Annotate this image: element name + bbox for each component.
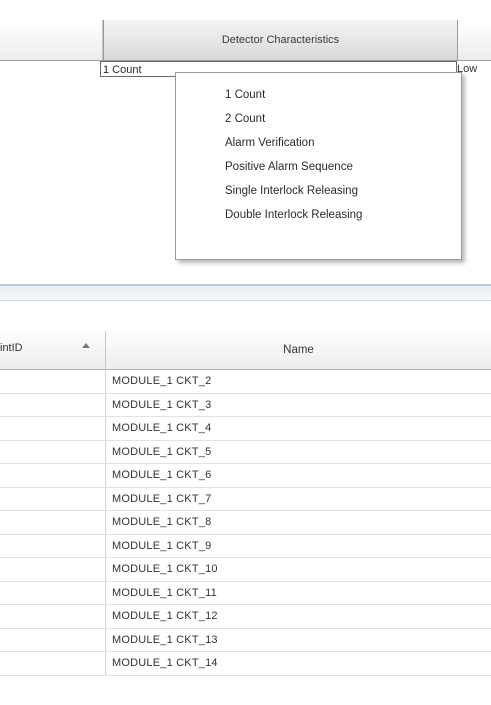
table-row[interactable]: MODULE_1 CKT_14	[0, 652, 491, 676]
dropdown-option[interactable]: Positive Alarm Sequence	[176, 155, 461, 179]
point-id-cell[interactable]	[0, 393, 106, 416]
name-cell[interactable]: MODULE_1 CKT_10	[112, 558, 218, 581]
table-row[interactable]: MODULE_1 CKT_4	[0, 417, 491, 441]
point-id-cell[interactable]	[0, 464, 106, 487]
table-row[interactable]: MODULE_1 CKT_12	[0, 605, 491, 629]
point-id-cell[interactable]	[0, 628, 106, 651]
table-row[interactable]: MODULE_1 CKT_5	[0, 440, 491, 464]
dropdown-option[interactable]: 2 Count	[176, 107, 461, 131]
sort-ascending-icon	[82, 343, 90, 348]
bottom-grid-rows: MODULE_1 CKT_2 MODULE_1 CKT_3 MODULE_1 CKT…	[0, 370, 491, 676]
name-cell[interactable]: MODULE_1 CKT_4	[112, 417, 211, 440]
top-grid-header-next-column[interactable]	[457, 20, 491, 60]
point-id-cell[interactable]	[0, 440, 106, 463]
name-column-header[interactable]: Name	[106, 331, 491, 369]
name-cell[interactable]: MODULE_1 CKT_13	[112, 629, 218, 652]
point-id-cell[interactable]	[0, 417, 106, 440]
point-id-column-header[interactable]: intID	[0, 331, 106, 369]
dropdown-option[interactable]: Alarm Verification	[176, 131, 461, 155]
detector-characteristics-column-header[interactable]: Detector Characteristics	[103, 20, 458, 60]
table-row[interactable]: MODULE_1 CKT_3	[0, 393, 491, 417]
dropdown-option[interactable]: 1 Count	[176, 83, 461, 107]
name-cell[interactable]: MODULE_1 CKT_3	[112, 394, 211, 417]
point-id-cell[interactable]	[0, 558, 106, 581]
point-id-cell[interactable]	[0, 534, 106, 557]
point-id-cell[interactable]	[0, 511, 106, 534]
name-cell[interactable]: MODULE_1 CKT_7	[112, 488, 211, 511]
point-id-cell[interactable]	[0, 652, 106, 675]
table-row[interactable]: MODULE_1 CKT_2	[0, 370, 491, 394]
table-row[interactable]: MODULE_1 CKT_6	[0, 464, 491, 488]
name-cell[interactable]: MODULE_1 CKT_9	[112, 535, 211, 558]
dropdown-option[interactable]: Single Interlock Releasing	[176, 179, 461, 203]
table-row[interactable]: MODULE_1 CKT_11	[0, 581, 491, 605]
app-window: Detector Characteristics 1 Count Low int…	[0, 0, 491, 705]
top-edge	[0, 0, 491, 21]
table-row[interactable]: MODULE_1 CKT_13	[0, 628, 491, 652]
point-id-cell[interactable]	[0, 605, 106, 628]
top-grid-header-blank-column[interactable]	[0, 20, 103, 60]
name-cell[interactable]: MODULE_1 CKT_6	[112, 464, 211, 487]
name-cell[interactable]: MODULE_1 CKT_5	[112, 441, 211, 464]
bottom-grid-header: intID Name	[0, 331, 491, 370]
table-row[interactable]: MODULE_1 CKT_10	[0, 558, 491, 582]
point-id-header-label: intID	[0, 342, 23, 354]
table-row[interactable]: MODULE_1 CKT_8	[0, 511, 491, 535]
name-cell[interactable]: MODULE_1 CKT_12	[112, 605, 218, 628]
point-id-cell[interactable]	[0, 487, 106, 510]
name-cell[interactable]: MODULE_1 CKT_11	[112, 582, 217, 605]
dropdown-option[interactable]: Double Interlock Releasing	[176, 203, 461, 227]
panel-splitter[interactable]	[0, 286, 491, 301]
detector-characteristics-dropdown-list: 1 Count 2 Count Alarm Verification Positive…	[175, 72, 462, 260]
top-grid-header: Detector Characteristics	[0, 20, 491, 61]
point-id-cell[interactable]	[0, 370, 106, 393]
name-cell[interactable]: MODULE_1 CKT_8	[112, 511, 211, 534]
table-row[interactable]: MODULE_1 CKT_7	[0, 487, 491, 511]
table-row[interactable]: MODULE_1 CKT_9	[0, 534, 491, 558]
name-cell[interactable]: MODULE_1 CKT_14	[112, 652, 218, 675]
point-id-cell[interactable]	[0, 581, 106, 604]
bottom-panel-toolbar-area	[0, 301, 491, 332]
name-cell[interactable]: MODULE_1 CKT_2	[112, 370, 211, 393]
